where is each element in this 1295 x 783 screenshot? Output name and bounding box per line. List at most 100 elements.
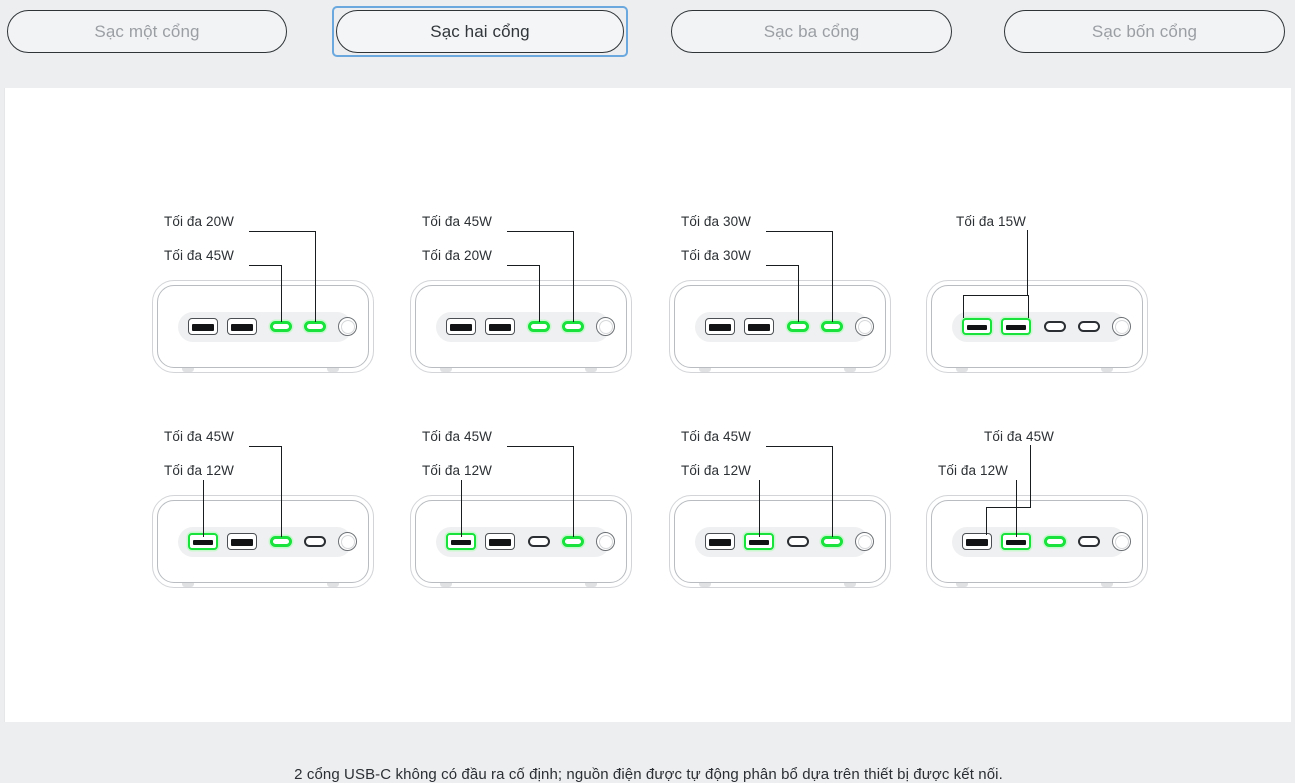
port-usba1 (705, 533, 735, 550)
callout-label: Tối đa 20W (164, 214, 235, 229)
device-foot (327, 583, 339, 587)
power-button-icon (1112, 317, 1131, 336)
callout-label: Tối đa 12W (938, 463, 1009, 478)
device-foot (1101, 583, 1113, 587)
port-usbc2-active (562, 321, 584, 332)
device-2: Tối đa 45W Tối đa 20W (410, 190, 638, 385)
port-usba2 (485, 533, 515, 550)
device-foot (1101, 368, 1113, 372)
leader-line-drop (986, 507, 988, 535)
device-foot (182, 368, 194, 372)
port-usba2 (227, 318, 257, 335)
port-usbc2-active (821, 321, 843, 332)
device-foot (440, 583, 452, 587)
port-usba1 (446, 318, 476, 335)
callout-label: Tối đa 45W (422, 429, 493, 444)
leader-line-vertical (573, 446, 575, 537)
callout-label: Tối đa 12W (681, 463, 752, 478)
device-foot (956, 368, 968, 372)
device-foot (182, 583, 194, 587)
port-usba1-active (962, 318, 992, 335)
leader-line-vertical (315, 231, 317, 322)
content-card: Tối đa 20W Tối đa 45W Tối đa 45W Tối đa 20W… (4, 88, 1291, 783)
port-usba2-active (1001, 318, 1031, 335)
port-usbc2 (1078, 321, 1100, 332)
leader-line-vertical (1030, 445, 1032, 508)
leader-line-vertical (1016, 480, 1018, 537)
port-usba1 (962, 533, 992, 550)
leader-line-vertical (573, 231, 575, 322)
tab-3[interactable]: Sạc ba cổng (671, 10, 952, 53)
leader-line-horizontal (766, 231, 832, 233)
leader-line-vertical (281, 265, 283, 322)
leader-line-vertical (798, 265, 800, 322)
leader-line-vertical (281, 446, 283, 537)
callout-label: Tối đa 20W (422, 248, 493, 263)
leader-line-horizontal (249, 265, 281, 267)
callout-label: Tối đa 45W (984, 429, 1055, 444)
leader-line-vertical (1027, 230, 1029, 295)
port-usbc1 (1044, 321, 1066, 332)
leader-line-vertical (832, 231, 834, 322)
port-usba2 (227, 533, 257, 550)
device-3: Tối đa 30W Tối đa 30W (669, 190, 897, 385)
device-foot (699, 368, 711, 372)
leader-line-horizontal (507, 446, 573, 448)
tab-bar: Sạc một cổng Sạc hai cổng Sạc ba cổng Sạc b… (0, 0, 1295, 88)
leader-line-horizontal (766, 446, 832, 448)
power-button-icon (855, 532, 874, 551)
port-usbc1-active (787, 321, 809, 332)
port-usbc2-active (304, 321, 326, 332)
callout-label: Tối đa 12W (422, 463, 493, 478)
device-foot (844, 583, 856, 587)
power-button-icon (596, 317, 615, 336)
tab-2[interactable]: Sạc hai cổng (336, 10, 624, 53)
device-8: Tối đa 45W Tối đa 12W (926, 405, 1154, 600)
tab-1[interactable]: Sạc một cổng (7, 10, 287, 53)
tab-4[interactable]: Sạc bốn cổng (1004, 10, 1285, 53)
callout-label: Tối đa 45W (681, 429, 752, 444)
callout-label: Tối đa 30W (681, 214, 752, 229)
power-button-icon (855, 317, 874, 336)
leader-line-vertical (203, 480, 205, 537)
leader-line-horizontal (249, 231, 315, 233)
leader-line-horizontal (507, 265, 539, 267)
port-usbc2-active (821, 536, 843, 547)
device-foot (585, 368, 597, 372)
leader-line-horizontal (766, 265, 798, 267)
device-7: Tối đa 45W Tối đa 12W (669, 405, 897, 600)
device-foot (699, 583, 711, 587)
port-usba1 (705, 318, 735, 335)
port-usbc2 (304, 536, 326, 547)
port-usba2 (744, 318, 774, 335)
power-button-icon (1112, 532, 1131, 551)
leader-line-vertical (539, 265, 541, 322)
device-foot (844, 368, 856, 372)
leader-bracket-horizontal (963, 295, 1029, 297)
port-usba1 (188, 318, 218, 335)
leader-line-branch-right (1028, 295, 1030, 318)
leader-line-horizontal (507, 231, 573, 233)
power-button-icon (338, 532, 357, 551)
power-button-icon (596, 532, 615, 551)
port-usbc2 (1078, 536, 1100, 547)
port-usba2 (485, 318, 515, 335)
port-usbc1-active (270, 536, 292, 547)
device-foot (440, 368, 452, 372)
device-1: Tối đa 20W Tối đa 45W (152, 190, 380, 385)
footnote-text: 2 cổng USB-C không có đầu ra cố định; ng… (294, 766, 1003, 783)
callout-label: Tối đa 12W (164, 463, 235, 478)
callout-label: Tối đa 45W (164, 248, 235, 263)
port-usbc2-active (562, 536, 584, 547)
port-usbc1 (787, 536, 809, 547)
leader-line-vertical (759, 480, 761, 537)
device-foot (956, 583, 968, 587)
device-foot (327, 368, 339, 372)
device-foot (585, 583, 597, 587)
port-usbc1 (528, 536, 550, 547)
leader-line-horizontal (986, 507, 1031, 509)
port-usbc1-active (528, 321, 550, 332)
leader-line-branch-left (963, 295, 965, 318)
device-4: Tối đa 15W (926, 190, 1154, 385)
callout-label: Tối đa 15W (956, 214, 1027, 229)
